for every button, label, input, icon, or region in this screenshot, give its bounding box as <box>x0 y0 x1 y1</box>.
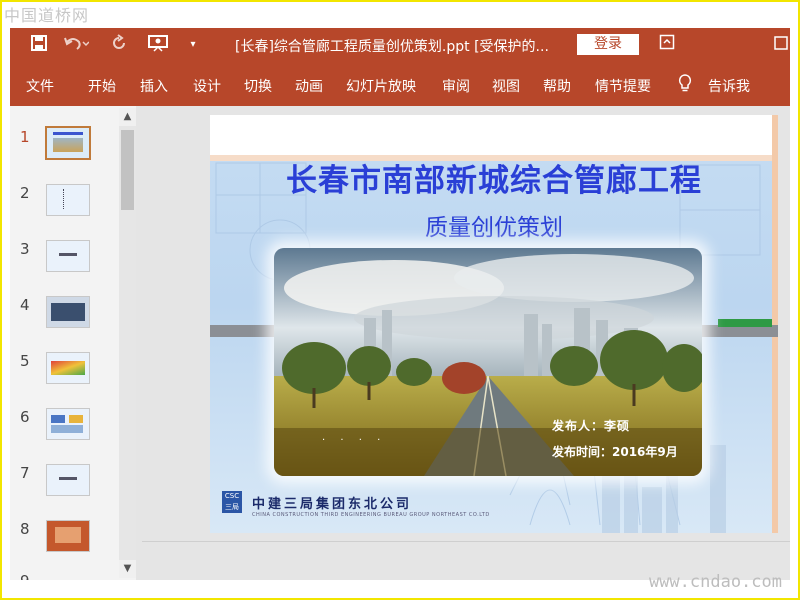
thumbnail-scrollbar[interactable]: ▲ ▼ <box>119 108 136 578</box>
scroll-up-icon[interactable]: ▲ <box>119 108 136 126</box>
company-name-english: CHINA CONSTRUCTION THIRD ENGINEERING BUR… <box>252 512 490 518</box>
tell-me-search[interactable]: 告诉我 <box>708 76 750 96</box>
save-icon[interactable] <box>28 34 50 56</box>
tab-review[interactable]: 审阅 <box>442 76 470 96</box>
tab-animations[interactable]: 动画 <box>295 76 323 96</box>
slide-number: 2 <box>20 184 30 202</box>
customize-dropdown-icon[interactable]: ▾ <box>186 34 200 56</box>
slide-thumbnail-1[interactable] <box>45 126 91 160</box>
lightbulb-icon[interactable] <box>677 73 693 97</box>
slide-top-band <box>210 115 778 155</box>
slide-number: 7 <box>20 464 30 482</box>
tab-file[interactable]: 文件 <box>26 76 54 96</box>
tab-help[interactable]: 帮助 <box>543 76 571 96</box>
slide-thumbnail-6[interactable] <box>46 408 90 440</box>
scroll-down-icon[interactable]: ▼ <box>119 560 136 578</box>
site-watermark-top: 中国道桥网 <box>4 6 90 25</box>
tab-insert[interactable]: 插入 <box>140 76 168 96</box>
tab-slide-show[interactable]: 幻灯片放映 <box>346 76 416 96</box>
redo-icon[interactable] <box>108 34 130 56</box>
site-watermark-bottom: www.cndao.com <box>648 572 782 592</box>
slide-number: 8 <box>20 520 30 538</box>
company-logo: CSC 三局 <box>222 491 242 513</box>
slide-thumbnail-5[interactable] <box>46 352 90 384</box>
tab-home[interactable]: 开始 <box>88 76 116 96</box>
slide-thumbnail-3[interactable] <box>46 240 90 272</box>
tab-transitions[interactable]: 切换 <box>244 76 272 96</box>
ribbon-tabs: 文件 开始 插入 设计 切换 动画 幻灯片放映 审阅 视图 帮助 情节提要 告诉… <box>10 62 790 106</box>
slide-number: 6 <box>20 408 30 426</box>
ribbon-display-icon[interactable] <box>656 34 678 56</box>
tab-view[interactable]: 视图 <box>492 76 520 96</box>
slide-thumbnail-4[interactable] <box>46 296 90 328</box>
title-bar: ▾ [长春]综合管廊工程质量创优策划.ppt [受保护的... 登录 <box>10 28 790 62</box>
slide-thumbnail-7[interactable] <box>46 464 90 496</box>
slide-thumbnail-8[interactable] <box>46 520 90 552</box>
publish-time-text: 发布时间：2016年9月 <box>552 445 678 459</box>
slide-canvas[interactable]: 长春市南部新城综合管廊工程 质量创优策划 · · · · 发布人：李硕 发布时间… <box>210 115 778 533</box>
tab-design[interactable]: 设计 <box>193 76 221 96</box>
slide-green-accent <box>718 319 772 327</box>
slide-number: 4 <box>20 296 30 314</box>
notes-divider[interactable] <box>142 541 790 542</box>
slide-title: 长春市南部新城综合管廊工程 <box>286 163 702 199</box>
slide-thumbnail-2[interactable] <box>46 184 90 216</box>
undo-icon[interactable] <box>62 34 90 56</box>
maximize-icon[interactable] <box>772 34 790 56</box>
publisher-text: 发布人：李硕 <box>552 419 631 433</box>
presenter-icon[interactable] <box>146 34 170 56</box>
login-button[interactable]: 登录 <box>577 34 639 55</box>
scrollbar-thumb[interactable] <box>121 130 134 210</box>
decorative-dots: · · · · <box>322 435 387 446</box>
slide-number: 3 <box>20 240 30 258</box>
tab-storyboarding[interactable]: 情节提要 <box>595 76 651 96</box>
slide-thumbnail-pane: 1 2 3 4 5 6 7 8 9 ▲ ▼ <box>10 106 136 580</box>
company-name: 中建三局集团东北公司 <box>252 497 413 512</box>
slide-subtitle: 质量创优策划 <box>425 215 563 241</box>
slide-number: 5 <box>20 352 30 370</box>
slide-number: 1 <box>20 128 30 146</box>
document-title: [长春]综合管廊工程质量创优策划.ppt [受保护的... <box>235 39 549 55</box>
slide-number: 9 <box>20 572 30 580</box>
